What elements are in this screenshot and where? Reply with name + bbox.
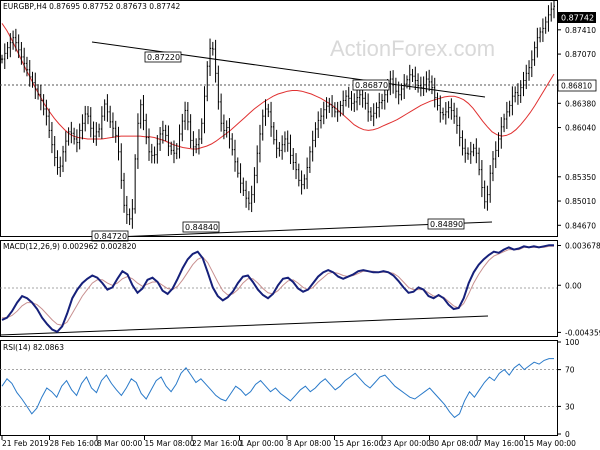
x-tick: 23 Apr 00:00: [382, 439, 431, 448]
price-y-tick: 0.86040: [565, 124, 596, 133]
x-tick: 22 Mar 16:00: [192, 439, 242, 448]
x-tick: 8 Mar 00:00: [97, 439, 143, 448]
annotation-86870-label: 0.86870: [355, 81, 388, 90]
annotation-84890-label: 0.84890: [430, 220, 463, 229]
annotation-86870: 0.86870: [352, 79, 390, 91]
x-tick: 15 May 00:00: [525, 439, 577, 448]
x-tick: 8 Apr 08:00: [287, 439, 331, 448]
rsi-y-tick: 70: [565, 366, 575, 375]
rsi-title: RSI(14) 82.0863: [3, 343, 64, 352]
price-y-tick: 0.85350: [565, 173, 596, 182]
x-tick: 15 Apr 16:00: [335, 439, 384, 448]
current-price-tag: 0.87742: [558, 12, 596, 23]
level-86810-tag: 0.86810: [557, 79, 597, 92]
price-y-tick: 0.87410: [565, 26, 596, 35]
annotation-84720-label: 0.84720: [94, 232, 127, 241]
x-tick: 30 Apr 08:00: [430, 439, 479, 448]
level-86810-label: 0.86810: [561, 82, 592, 91]
rsi-y-tick: 30: [565, 402, 575, 411]
annotation-87220: 0.87220: [144, 51, 182, 63]
x-tick: 7 May 16:00: [477, 439, 524, 448]
macd-y-tick: 0.003678: [565, 241, 600, 250]
x-tick: 15 Mar 08:00: [145, 439, 195, 448]
annotation-84890: 0.84890: [427, 218, 465, 230]
x-tick: 21 Feb 2019: [2, 439, 49, 448]
rsi-y-tick: 100: [565, 338, 580, 347]
price-y-tick: 0.87070: [565, 50, 596, 59]
price-y-tick: 0.84670: [565, 221, 596, 230]
annotation-84720: 0.84720: [91, 230, 129, 242]
rsi-y-tick: 0: [565, 430, 570, 439]
macd-y-tick: 0.00: [565, 281, 582, 290]
x-tick: 1 Apr 00:00: [240, 439, 284, 448]
price-y-tick: 0.86380: [565, 99, 596, 108]
macd-y-tick: -0.004359: [565, 328, 600, 337]
eurgbp-h4-chart: ActionForex.com 0.87220 0.86870 0.84720 …: [0, 0, 600, 450]
annotation-84840-label: 0.84840: [185, 223, 218, 232]
annotation-84840: 0.84840: [182, 221, 220, 233]
current-price-label: 0.87742: [561, 14, 594, 23]
price-title: EURGBP,H4 0.87695 0.87752 0.87673 0.8774…: [3, 2, 181, 11]
price-y-tick: 0.85010: [565, 197, 596, 206]
watermark: ActionForex.com: [330, 36, 495, 61]
x-tick: 28 Feb 16:00: [50, 439, 99, 448]
annotation-87220-label: 0.87220: [147, 53, 180, 62]
macd-title: MACD(12,26,9) 0.002962 0.002820: [3, 242, 137, 251]
